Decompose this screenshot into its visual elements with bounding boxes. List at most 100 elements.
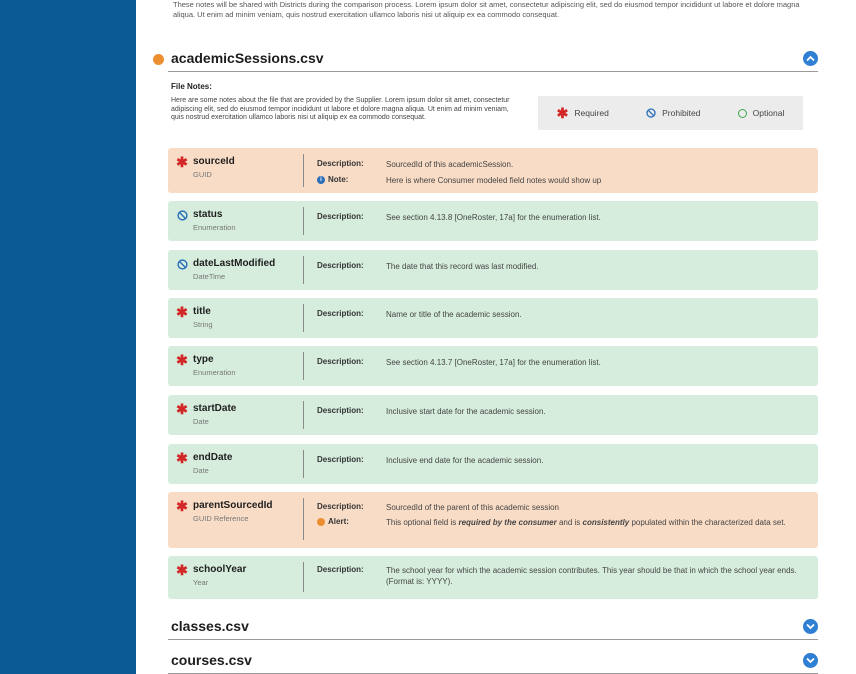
field-type: Date xyxy=(193,417,209,426)
required-star-icon: ✱ xyxy=(176,352,188,368)
alert-label-wrap: Alert: xyxy=(317,517,349,526)
field-description: The school year for which the academic s… xyxy=(386,566,797,586)
legend: ✱ Required Prohibited Optional xyxy=(538,96,803,130)
required-star-icon: ✱ xyxy=(176,562,188,578)
file-notes-title: File Notes: xyxy=(171,82,212,91)
field-divider xyxy=(303,352,304,380)
main-content: These notes will be shared with District… xyxy=(136,0,856,674)
file-notes-text: Here are some notes about the file that … xyxy=(171,97,510,122)
section-divider xyxy=(168,71,818,72)
intro-text: These notes will be shared with District… xyxy=(173,0,800,19)
required-star-icon: ✱ xyxy=(176,154,188,170)
section-title: courses.csv xyxy=(171,652,252,668)
alert-label: Alert: xyxy=(328,517,349,526)
field-row-title: ✱ title String Description: Name or titl… xyxy=(168,298,818,338)
field-type: Enumeration xyxy=(193,223,236,232)
legend-prohibited-label: Prohibited xyxy=(662,108,701,118)
field-divider xyxy=(303,498,304,540)
field-type: Year xyxy=(193,578,209,587)
field-divider xyxy=(303,401,304,429)
field-name: parentSourcedId xyxy=(193,500,273,511)
alert-emphasis-required: required by the consumer xyxy=(458,518,557,527)
status-dot-icon xyxy=(153,54,164,65)
chevron-down-icon[interactable] xyxy=(803,619,818,634)
description-label: Description: xyxy=(317,261,364,270)
field-description: Inclusive start date for the academic se… xyxy=(386,407,546,416)
field-note: Here is where Consumer modeled field not… xyxy=(386,176,602,185)
alert-text-middle: and is xyxy=(556,518,583,527)
info-icon: i xyxy=(317,175,325,184)
field-name: type xyxy=(193,354,214,365)
prohibited-icon xyxy=(176,209,188,221)
field-type: GUID xyxy=(193,170,212,179)
description-label: Description: xyxy=(317,159,364,168)
description-label: Description: xyxy=(317,565,364,574)
field-name: dateLastModified xyxy=(193,258,276,269)
alert-icon xyxy=(317,517,325,526)
required-star-icon: ✱ xyxy=(556,105,569,121)
chevron-down-icon[interactable] xyxy=(803,653,818,668)
field-row-parentsourcedid: ✱ parentSourcedId GUID Reference Descrip… xyxy=(168,492,818,548)
field-name: startDate xyxy=(193,403,237,414)
field-description: See section 4.13.8 [OneRoster, 17a] for … xyxy=(386,213,601,222)
field-alert: This optional field is required by the c… xyxy=(386,517,806,528)
field-row-status: status Enumeration Description: See sect… xyxy=(168,201,818,241)
required-star-icon: ✱ xyxy=(176,498,188,514)
description-label: Description: xyxy=(317,502,364,511)
alert-emphasis-consistently: consistently xyxy=(582,518,630,527)
field-type: Enumeration xyxy=(193,368,236,377)
prohibited-icon xyxy=(176,258,188,270)
section-title: classes.csv xyxy=(171,618,249,634)
required-star-icon: ✱ xyxy=(176,450,188,466)
field-name: title xyxy=(193,306,211,317)
field-divider xyxy=(303,450,304,478)
field-description: Name or title of the academic session. xyxy=(386,310,522,319)
field-name: status xyxy=(193,209,223,220)
description-label: Description: xyxy=(317,406,364,415)
field-row-enddate: ✱ endDate Date Description: Inclusive en… xyxy=(168,444,818,484)
description-label: Description: xyxy=(317,309,364,318)
field-divider xyxy=(303,256,304,284)
field-description: SourcedId of the parent of this academic… xyxy=(386,503,559,512)
required-star-icon: ✱ xyxy=(176,304,188,320)
alert-text-prefix: This optional field is xyxy=(386,518,459,527)
description-label: Description: xyxy=(317,455,364,464)
field-type: GUID Reference xyxy=(193,514,249,523)
legend-required-label: Required xyxy=(574,108,609,118)
prohibited-icon xyxy=(646,108,656,118)
sidebar xyxy=(0,0,136,674)
legend-optional-label: Optional xyxy=(752,108,785,118)
field-description: Inclusive end date for the academic sess… xyxy=(386,456,544,465)
field-type: Date xyxy=(193,466,209,475)
legend-required: ✱ Required xyxy=(556,105,609,121)
field-divider xyxy=(303,207,304,235)
field-name: endDate xyxy=(193,452,233,463)
note-label: Note: xyxy=(328,175,349,184)
field-name: sourceId xyxy=(193,156,235,167)
legend-optional: Optional xyxy=(737,108,785,118)
section-divider xyxy=(168,639,818,640)
description-label: Description: xyxy=(317,357,364,366)
note-label-wrap: i Note: xyxy=(317,175,348,184)
legend-prohibited: Prohibited xyxy=(646,108,700,118)
required-star-icon: ✱ xyxy=(176,401,188,417)
field-row-sourceid: ✱ sourceId GUID Description: SourcedId o… xyxy=(168,148,818,193)
field-type: DateTime xyxy=(193,272,226,281)
field-description: SourcedId of this academicSession. xyxy=(386,160,514,169)
field-description: The date that this record was last modif… xyxy=(386,262,539,271)
field-divider xyxy=(303,154,304,187)
chevron-up-icon[interactable] xyxy=(803,51,818,66)
field-description: See section 4.13.7 [OneRoster, 17a] for … xyxy=(386,358,601,367)
field-divider xyxy=(303,304,304,332)
field-row-schoolyear: ✱ schoolYear Year Description: The schoo… xyxy=(168,556,818,599)
field-row-type: ✱ type Enumeration Description: See sect… xyxy=(168,346,818,386)
field-type: String xyxy=(193,320,213,329)
alert-text-suffix: populated within the characterized data … xyxy=(629,518,786,527)
optional-icon xyxy=(737,108,747,118)
description-label: Description: xyxy=(317,212,364,221)
field-row-startdate: ✱ startDate Date Description: Inclusive … xyxy=(168,395,818,435)
field-name: schoolYear xyxy=(193,564,247,575)
field-divider xyxy=(303,562,304,592)
field-row-datelastmodified: dateLastModified DateTime Description: T… xyxy=(168,250,818,290)
section-title: academicSessions.csv xyxy=(171,50,324,66)
